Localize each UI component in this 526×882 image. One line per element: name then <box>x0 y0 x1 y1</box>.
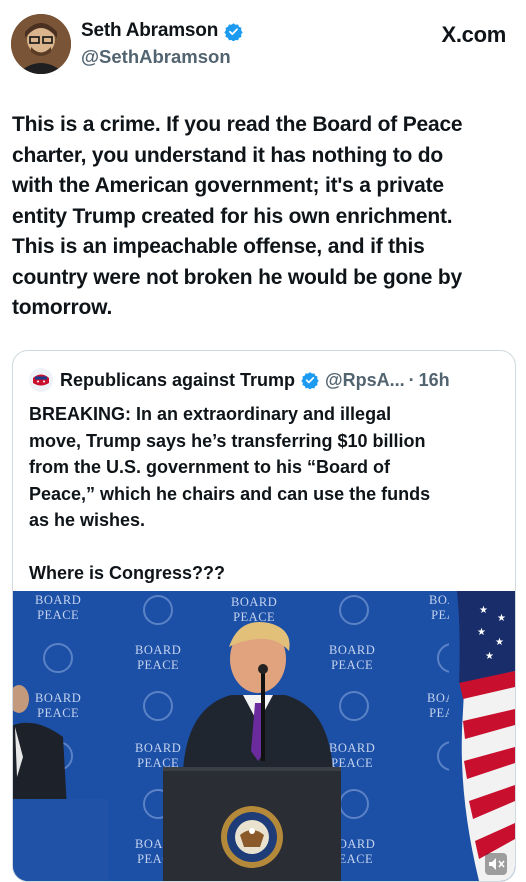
backdrop-seal-icon <box>143 595 173 625</box>
svg-text:★: ★ <box>495 637 504 648</box>
author-handle[interactable]: @SethAbramson <box>81 46 231 68</box>
source-label: X.com <box>441 22 506 47</box>
separator-dot: · <box>408 369 415 390</box>
backdrop-seal-icon <box>143 691 173 721</box>
podium <box>163 767 341 881</box>
svg-text:★: ★ <box>485 651 494 662</box>
post-text: This is a crime. If you read the Board o… <box>12 113 463 319</box>
author-avatar[interactable] <box>11 14 71 74</box>
quoted-post-text: BREAKING: In an extraordinary and illega… <box>29 404 431 583</box>
svg-text:★: ★ <box>479 605 488 616</box>
quoted-author-handle[interactable]: @RpsA... <box>325 370 405 391</box>
video-media[interactable]: BOARD PEACE BOARD PEACE BOARD PEACE BOARD PE… <box>13 591 515 881</box>
quoted-author-avatar[interactable] <box>29 368 53 392</box>
presidential-seal-icon <box>221 806 283 868</box>
backdrop-seal-icon <box>339 691 369 721</box>
quoted-author-name[interactable]: Republicans against Trump <box>60 370 295 391</box>
desk <box>13 799 108 881</box>
author-name[interactable]: Seth Abramson <box>81 20 218 42</box>
verified-badge-icon <box>224 22 243 41</box>
svg-text:★: ★ <box>477 627 486 638</box>
quoted-timestamp[interactable]: 16h <box>419 370 450 391</box>
american-flag-icon: ★ ★ ★ ★ ★ <box>449 591 515 881</box>
quoted-post[interactable]: Republicans against Trump @RpsA... · 16h… <box>12 350 516 882</box>
post-header: Seth Abramson @SethAbramson X.com <box>0 0 526 90</box>
backdrop-seal-icon <box>339 789 369 819</box>
backdrop-label: BOARDPEACE <box>35 593 82 622</box>
backdrop-seal-icon <box>43 643 73 673</box>
verified-badge-icon <box>301 372 319 389</box>
speaker-figure <box>183 622 333 771</box>
svg-text:★: ★ <box>497 613 506 624</box>
backdrop-seal-icon <box>339 595 369 625</box>
speaker-mute-icon[interactable] <box>485 853 507 875</box>
